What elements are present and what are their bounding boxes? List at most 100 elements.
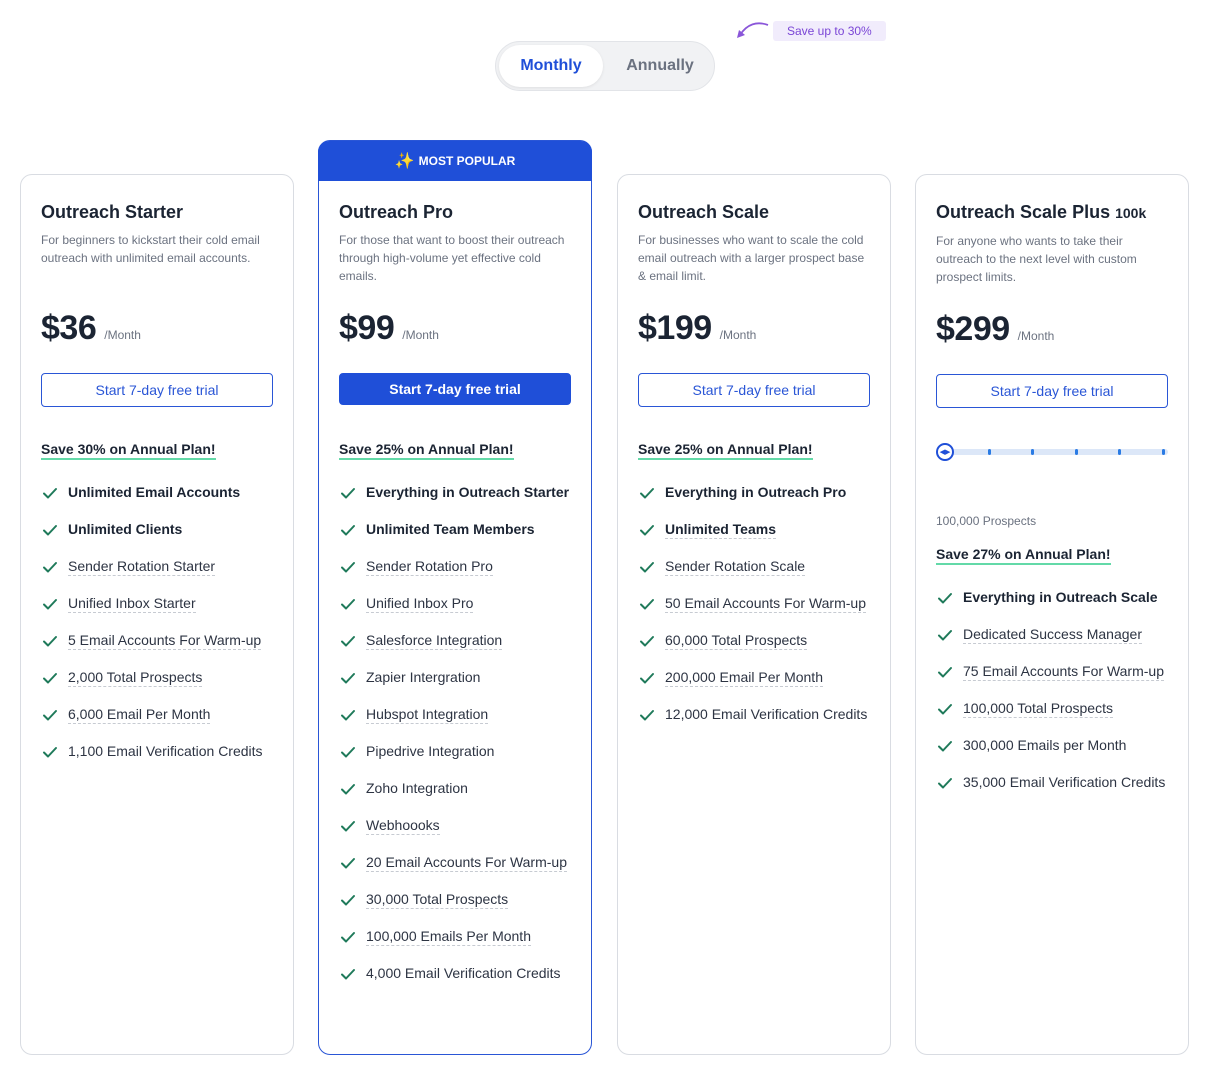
- feature-item: Everything in Outreach Scale: [936, 579, 1168, 616]
- slider-track[interactable]: [944, 449, 1168, 455]
- feature-item: Zoho Integration: [339, 770, 571, 807]
- plan-name: Outreach Scale Plus 100k: [936, 202, 1147, 222]
- plan-card-scale-plus: Outreach Scale Plus 100k For anyone who …: [915, 174, 1189, 1055]
- feature-item: 4,000 Email Verification Credits: [339, 955, 571, 992]
- check-icon: [640, 636, 654, 647]
- feature-item: Dedicated Success Manager: [936, 616, 1168, 653]
- check-icon: [341, 488, 355, 499]
- plan-description: For those that want to boost their outre…: [339, 233, 565, 283]
- most-popular-label: MOST POPULAR: [418, 154, 516, 168]
- save-up-to-badge: Save up to 30%: [773, 21, 886, 41]
- slider-step-dot[interactable]: [1074, 449, 1078, 455]
- check-icon: [938, 667, 952, 678]
- feature-item: 300,000 Emails per Month: [936, 727, 1168, 764]
- check-icon: [341, 784, 355, 795]
- billing-toggle[interactable]: Monthly Annually: [495, 41, 715, 91]
- plan-name: Outreach Starter: [41, 202, 184, 222]
- prospect-slider[interactable]: ◀▶: [936, 442, 1168, 462]
- check-icon: [640, 562, 654, 573]
- price-row: $99 /Month: [339, 309, 571, 349]
- feature-text: 30,000 Total Prospects: [366, 891, 509, 909]
- toggle-monthly[interactable]: Monthly: [499, 45, 603, 87]
- feature-text: Unlimited Clients: [68, 521, 183, 537]
- pricing-page: Monthly Annually Save up to 30% Outreach…: [0, 0, 1209, 1073]
- feature-text: Unified Inbox Pro: [366, 595, 474, 613]
- check-icon: [341, 895, 355, 906]
- plan-price: $36: [41, 309, 97, 347]
- check-icon: [43, 525, 57, 536]
- feature-text: 1,100 Email Verification Credits: [68, 743, 263, 759]
- feature-text: 20 Email Accounts For Warm-up: [366, 854, 567, 872]
- annual-savings-text: Save 27% on Annual Plan!: [936, 546, 1111, 565]
- check-icon: [341, 673, 355, 684]
- feature-text: 2,000 Total Prospects: [68, 669, 203, 687]
- check-icon: [938, 630, 952, 641]
- feature-text: Unified Inbox Starter: [68, 595, 196, 613]
- feature-item: 75 Email Accounts For Warm-up: [936, 653, 1168, 690]
- plan-description: For beginners to kickstart their cold em…: [41, 233, 260, 265]
- feature-item: 200,000 Email Per Month: [638, 659, 870, 696]
- feature-item: Unified Inbox Starter: [41, 585, 273, 622]
- check-icon: [341, 599, 355, 610]
- slider-step-dot[interactable]: [1162, 449, 1165, 455]
- price-row: $199 /Month: [638, 309, 870, 349]
- feature-item: Unlimited Team Members: [339, 511, 571, 548]
- save-note: Save up to 30%: [735, 20, 886, 42]
- feature-item: 2,000 Total Prospects: [41, 659, 273, 696]
- feature-text: 100,000 Total Prospects: [963, 700, 1113, 718]
- start-trial-button[interactable]: Start 7-day free trial: [339, 373, 571, 405]
- plan-price: $199: [638, 309, 712, 347]
- feature-text: Salesforce Integration: [366, 632, 503, 650]
- feature-item: Everything in Outreach Pro: [638, 474, 870, 511]
- feature-item: Hubspot Integration: [339, 696, 571, 733]
- feature-item: 100,000 Emails Per Month: [339, 918, 571, 955]
- feature-item: Pipedrive Integration: [339, 733, 571, 770]
- feature-text: Hubspot Integration: [366, 706, 489, 724]
- check-icon: [938, 704, 952, 715]
- feature-item: 30,000 Total Prospects: [339, 881, 571, 918]
- feature-text: Sender Rotation Pro: [366, 558, 493, 576]
- price-period: /Month: [719, 328, 757, 342]
- feature-text: 35,000 Email Verification Credits: [963, 774, 1166, 790]
- feature-text: 100,000 Emails Per Month: [366, 928, 531, 946]
- check-icon: [640, 673, 654, 684]
- feature-list: Everything in Outreach Pro Unlimited Team…: [638, 474, 870, 733]
- check-icon: [341, 821, 355, 832]
- check-icon: [43, 747, 57, 758]
- feature-item: Sender Rotation Starter: [41, 548, 273, 585]
- slider-step-dot[interactable]: [987, 449, 991, 455]
- plan-description: For anyone who wants to take their outre…: [936, 234, 1137, 284]
- feature-item: 1,100 Email Verification Credits: [41, 733, 273, 770]
- feature-text: Sender Rotation Scale: [665, 558, 806, 576]
- check-icon: [341, 747, 355, 758]
- start-trial-button[interactable]: Start 7-day free trial: [41, 373, 273, 407]
- feature-item: Salesforce Integration: [339, 622, 571, 659]
- most-popular-banner: ✨ MOST POPULAR: [318, 141, 592, 181]
- slider-step-dot[interactable]: [1031, 449, 1035, 455]
- sparkles-icon: ✨: [394, 153, 415, 170]
- plan-card-pro: ✨ MOST POPULAR Outreach Pro For those th…: [318, 140, 592, 1055]
- feature-item: Unlimited Email Accounts: [41, 474, 273, 511]
- check-icon: [341, 525, 355, 536]
- feature-text: 5 Email Accounts For Warm-up: [68, 632, 262, 650]
- feature-text: Webhoooks: [366, 817, 440, 835]
- feature-item: Zapier Intergration: [339, 659, 571, 696]
- feature-text: 50 Email Accounts For Warm-up: [665, 595, 866, 613]
- slider-handle[interactable]: ◀▶: [936, 443, 954, 461]
- feature-text: Sender Rotation Starter: [68, 558, 216, 576]
- start-trial-button[interactable]: Start 7-day free trial: [638, 373, 870, 407]
- curved-arrow-icon: [737, 22, 769, 38]
- check-icon: [43, 599, 57, 610]
- plan-price: $99: [339, 309, 395, 347]
- start-trial-button[interactable]: Start 7-day free trial: [936, 374, 1168, 408]
- feature-text: Unlimited Email Accounts: [68, 484, 241, 500]
- check-icon: [640, 488, 654, 499]
- check-icon: [43, 562, 57, 573]
- plan-price: $299: [936, 310, 1010, 348]
- feature-item: 6,000 Email Per Month: [41, 696, 273, 733]
- toggle-annually[interactable]: Annually: [608, 45, 712, 87]
- check-icon: [341, 636, 355, 647]
- price-period: /Month: [1017, 329, 1055, 343]
- feature-item: Unlimited Clients: [41, 511, 273, 548]
- check-icon: [938, 741, 952, 752]
